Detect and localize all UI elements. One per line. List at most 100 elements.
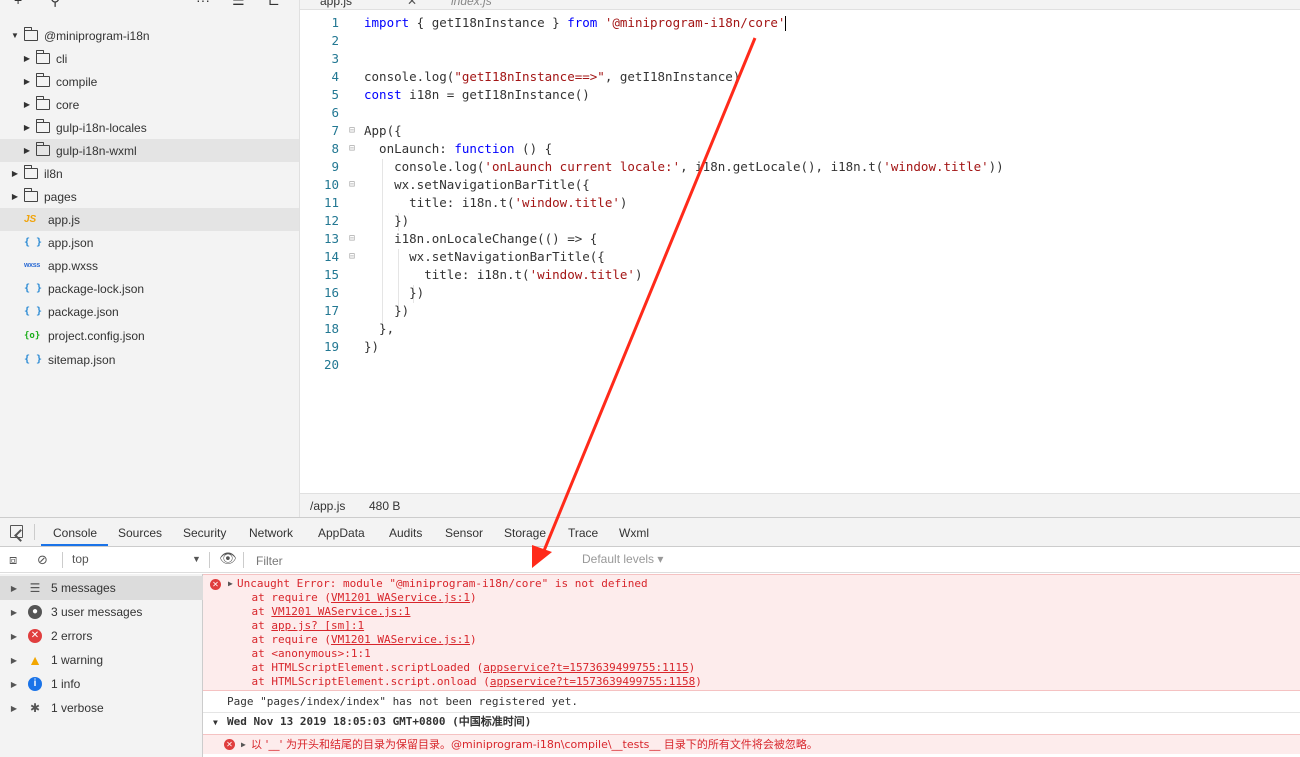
log-levels-dropdown[interactable]: Default levels ▾	[582, 552, 663, 566]
tree-item-sitemap-json[interactable]: { } sitemap.json	[0, 348, 299, 371]
divider	[34, 524, 35, 540]
info-icon: i	[28, 677, 42, 691]
warning-message: ✕ ▶ 以 '__' 为开头和结尾的目录为保留目录。@miniprogram-i…	[203, 734, 1300, 754]
stack-frame: at require (VM1201 WAService.js:1)	[225, 591, 477, 604]
error-icon: ✕	[224, 739, 235, 750]
tree-item-package-json[interactable]: { } package.json	[0, 300, 299, 323]
tab-wxml[interactable]: Wxml	[619, 526, 649, 540]
tab-sources[interactable]: Sources	[118, 526, 162, 540]
tree-item-core[interactable]: ▶ core	[0, 93, 299, 116]
code-line: 4 console.log("getI18nInstance==>", getI1…	[331, 69, 741, 84]
expand-arrow-icon[interactable]: ▶	[228, 577, 233, 591]
code-line: 16 })	[323, 285, 425, 300]
source-link[interactable]: VM1201 WAService.js:1	[331, 633, 470, 646]
chevron-right-icon[interactable]: ▶	[22, 146, 32, 155]
group-header[interactable]: Wed Nov 13 2019 18:05:03 GMT+0800 (中国标准时…	[227, 715, 531, 729]
chevron-right-icon[interactable]: ▶	[10, 192, 20, 201]
group-collapse-arrow-icon[interactable]: ▼	[213, 716, 218, 730]
console-output[interactable]: ✕ ▶ Uncaught Error: module "@miniprogram…	[203, 574, 1300, 757]
tree-item--miniprogram-i18n[interactable]: ▼ @miniprogram-i18n	[0, 24, 299, 47]
code-line: 11 title: i18n.t('window.title')	[323, 195, 628, 210]
tree-item-project-config-json[interactable]: {o} project.config.json	[0, 324, 299, 347]
category-errors[interactable]: ▶ ✕ 2 errors	[0, 624, 203, 648]
code-line: 18 },	[323, 321, 395, 336]
context-selector[interactable]: top	[72, 552, 89, 566]
filter-input[interactable]	[252, 551, 574, 570]
tree-item-label: @miniprogram-i18n	[44, 28, 150, 43]
chevron-down-icon[interactable]: ▼	[10, 31, 20, 40]
divider	[62, 552, 63, 568]
code-editor[interactable]: 1 import { getI18nInstance } from '@minip…	[300, 10, 1300, 493]
source-link[interactable]: appservice?t=1573639499755:1115	[483, 661, 688, 674]
category-verbose[interactable]: ▶ ✱ 1 verbose	[0, 696, 203, 720]
fold-icon[interactable]: ⊟	[349, 140, 355, 158]
clear-console-icon[interactable]: ⊘	[37, 552, 48, 568]
chevron-right-icon[interactable]: ▶	[22, 54, 32, 63]
tree-item-gulp-i18n-wxml[interactable]: ▶ gulp-i18n-wxml	[0, 139, 299, 162]
chevron-right-icon[interactable]: ▶	[10, 169, 20, 178]
search-icon[interactable]: ⚲	[50, 0, 60, 9]
category-user-messages[interactable]: ▶ ● 3 user messages	[0, 600, 203, 624]
fold-icon[interactable]: ⊟	[349, 176, 355, 194]
tab-trace[interactable]: Trace	[568, 526, 598, 540]
tree-item-pages[interactable]: ▶ pages	[0, 185, 299, 208]
config-file-icon: {o}	[24, 330, 41, 341]
code-line: 15 title: i18n.t('window.title')	[323, 267, 643, 282]
json-file-icon: { }	[24, 283, 43, 294]
source-link[interactable]: VM1201 WAService.js:1	[331, 591, 470, 604]
sidebar-toggle-icon[interactable]: ⧈	[9, 552, 17, 568]
layout-icon[interactable]: ☰	[232, 0, 245, 9]
source-link[interactable]: app.js? [sm]:1	[271, 619, 364, 632]
tab-index-js[interactable]: index.js	[451, 0, 492, 8]
code-line: 1 import { getI18nInstance } from '@minip…	[331, 15, 787, 31]
tree-item-package-lock-json[interactable]: { } package-lock.json	[0, 277, 299, 300]
fold-icon[interactable]: ⊟	[349, 230, 355, 248]
tree-item-gulp-i18n-locales[interactable]: ▶ gulp-i18n-locales	[0, 116, 299, 139]
chevron-right-icon[interactable]: ▶	[22, 123, 32, 132]
tree-item-app-json[interactable]: { } app.json	[0, 231, 299, 254]
tab-sensor[interactable]: Sensor	[445, 526, 483, 540]
eye-icon[interactable]: 👁	[219, 550, 237, 567]
tab-network[interactable]: Network	[249, 526, 293, 540]
tree-item-app-js[interactable]: JS app.js	[0, 208, 299, 231]
code-line: 10 ⊟ wx.setNavigationBarTitle({	[323, 176, 590, 194]
code-line: 3	[331, 51, 339, 66]
chevron-right-icon[interactable]: ▶	[22, 100, 32, 109]
tree-item-cli[interactable]: ▶ cli	[0, 47, 299, 70]
folder-icon	[24, 188, 38, 202]
tab-appdata[interactable]: AppData	[318, 526, 365, 540]
active-tab-indicator	[41, 544, 108, 546]
chevron-right-icon[interactable]: ▶	[22, 77, 32, 86]
tab-audits[interactable]: Audits	[389, 526, 422, 540]
tab-storage[interactable]: Storage	[504, 526, 546, 540]
collapse-icon[interactable]: ⊏	[268, 0, 280, 9]
add-file-icon[interactable]: +	[14, 0, 22, 8]
tab-close-icon[interactable]: ✕	[407, 0, 417, 8]
reserved-dir-warning: 以 '__' 为开头和结尾的目录为保留目录。@miniprogram-i18n\…	[251, 738, 818, 751]
tree-item-il8n[interactable]: ▶ il8n	[0, 162, 299, 185]
category-info[interactable]: ▶ i 1 info	[0, 672, 203, 696]
tree-item-app-wxss[interactable]: wxss app.wxss	[0, 254, 299, 277]
error-title: Uncaught Error: module "@miniprogram-i18…	[237, 577, 648, 590]
more-icon[interactable]: ···	[196, 0, 210, 8]
source-link[interactable]: VM1201 WAService.js:1	[271, 605, 410, 618]
tab-app-js[interactable]: app.js	[320, 0, 352, 8]
source-link[interactable]: appservice?t=1573639499755:1158	[490, 675, 695, 688]
fold-icon[interactable]: ⊟	[349, 248, 355, 266]
tree-item-label: cli	[56, 51, 68, 66]
tab-security[interactable]: Security	[183, 526, 226, 540]
expand-arrow-icon[interactable]: ▶	[241, 738, 246, 752]
error-icon: ✕	[28, 629, 42, 643]
category-all-messages[interactable]: ▶ ☰ 5 messages	[0, 576, 203, 600]
code-line: 12 })	[323, 213, 410, 228]
folder-icon	[36, 119, 50, 133]
context-dropdown-icon[interactable]: ▼	[192, 554, 201, 564]
tab-console[interactable]: Console	[53, 526, 97, 540]
stack-frame: at HTMLScriptElement.scriptLoaded (appse…	[225, 661, 696, 674]
category-warnings[interactable]: ▶ ▲ 1 warning	[0, 648, 203, 672]
tree-item-label: core	[56, 97, 80, 112]
tree-item-compile[interactable]: ▶ compile	[0, 70, 299, 93]
inspect-element-icon[interactable]	[10, 525, 23, 538]
fold-icon[interactable]: ⊟	[349, 122, 355, 140]
code-line: 7 ⊟ App({	[331, 122, 402, 140]
